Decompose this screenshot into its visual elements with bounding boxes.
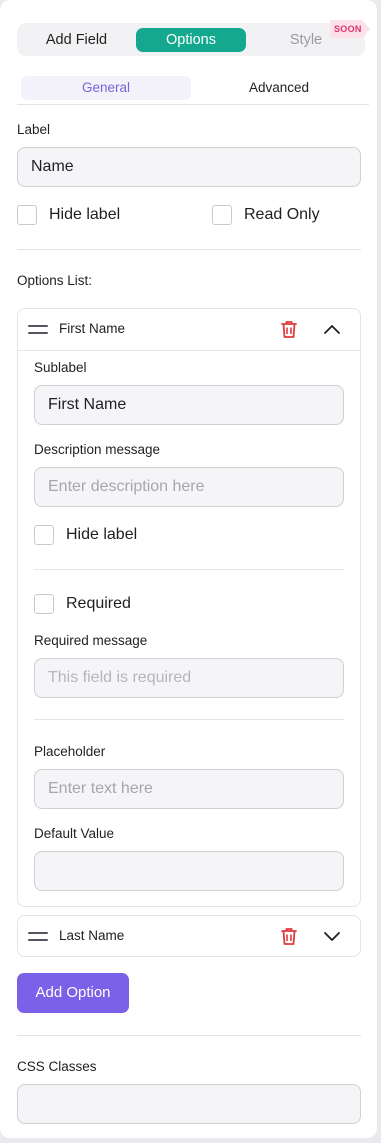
top-tab-bar: Add Field Options Style bbox=[17, 23, 365, 56]
add-option-button[interactable]: Add Option bbox=[17, 973, 129, 1013]
card-divider bbox=[34, 719, 344, 720]
read-only-checkbox[interactable] bbox=[212, 205, 232, 225]
chevron-down-icon[interactable] bbox=[323, 929, 341, 945]
option-card-last-name: Last Name bbox=[17, 915, 361, 957]
drag-handle-icon[interactable] bbox=[28, 931, 48, 943]
sublabel-label: Sublabel bbox=[34, 360, 87, 375]
sublabel-input[interactable]: First Name bbox=[34, 385, 344, 425]
card-header-divider bbox=[18, 350, 360, 351]
sub-tab-bar: General Advanced bbox=[17, 76, 369, 106]
read-only-text: Read Only bbox=[244, 206, 320, 223]
option-hide-label-text: Hide label bbox=[66, 526, 138, 543]
tab-general[interactable]: General bbox=[21, 76, 191, 100]
tab-options[interactable]: Options bbox=[136, 28, 246, 52]
label-input[interactable]: Name bbox=[17, 147, 361, 187]
default-value-label: Default Value bbox=[34, 826, 115, 841]
description-input[interactable]: Enter description here bbox=[34, 467, 344, 507]
default-value-input[interactable] bbox=[34, 851, 344, 891]
section-divider bbox=[17, 249, 361, 250]
hide-label-text: Hide label bbox=[49, 206, 121, 223]
section-divider bbox=[17, 1035, 361, 1036]
tab-advanced[interactable]: Advanced bbox=[193, 76, 365, 100]
tab-add-field[interactable]: Add Field bbox=[23, 28, 130, 52]
option-card-first-name: First Name Sublabel First Name Descripti… bbox=[17, 308, 361, 907]
placeholder-input[interactable]: Enter text here bbox=[34, 769, 344, 809]
option-hide-label-checkbox[interactable] bbox=[34, 525, 54, 545]
label-field-label: Label bbox=[17, 122, 51, 137]
field-options-panel: Add Field Options Style SOON General Adv… bbox=[0, 0, 377, 1138]
description-label: Description message bbox=[34, 442, 161, 457]
trash-icon[interactable] bbox=[278, 925, 300, 947]
drag-handle-icon[interactable] bbox=[28, 324, 48, 336]
option-title: First Name bbox=[59, 321, 126, 336]
trash-icon[interactable] bbox=[278, 318, 300, 340]
placeholder-label: Placeholder bbox=[34, 744, 106, 759]
required-message-input[interactable]: This field is required bbox=[34, 658, 344, 698]
option-title: Last Name bbox=[59, 928, 125, 943]
chevron-up-icon[interactable] bbox=[323, 321, 341, 337]
required-checkbox[interactable] bbox=[34, 594, 54, 614]
sub-tab-divider bbox=[17, 104, 369, 105]
required-text: Required bbox=[66, 595, 131, 612]
required-message-label: Required message bbox=[34, 633, 148, 648]
css-classes-label: CSS Classes bbox=[17, 1059, 97, 1074]
options-list-title: Options List: bbox=[17, 273, 93, 288]
card-divider bbox=[34, 569, 344, 570]
soon-badge: SOON bbox=[330, 20, 370, 38]
css-classes-input[interactable] bbox=[17, 1084, 361, 1124]
hide-label-checkbox[interactable] bbox=[17, 205, 37, 225]
